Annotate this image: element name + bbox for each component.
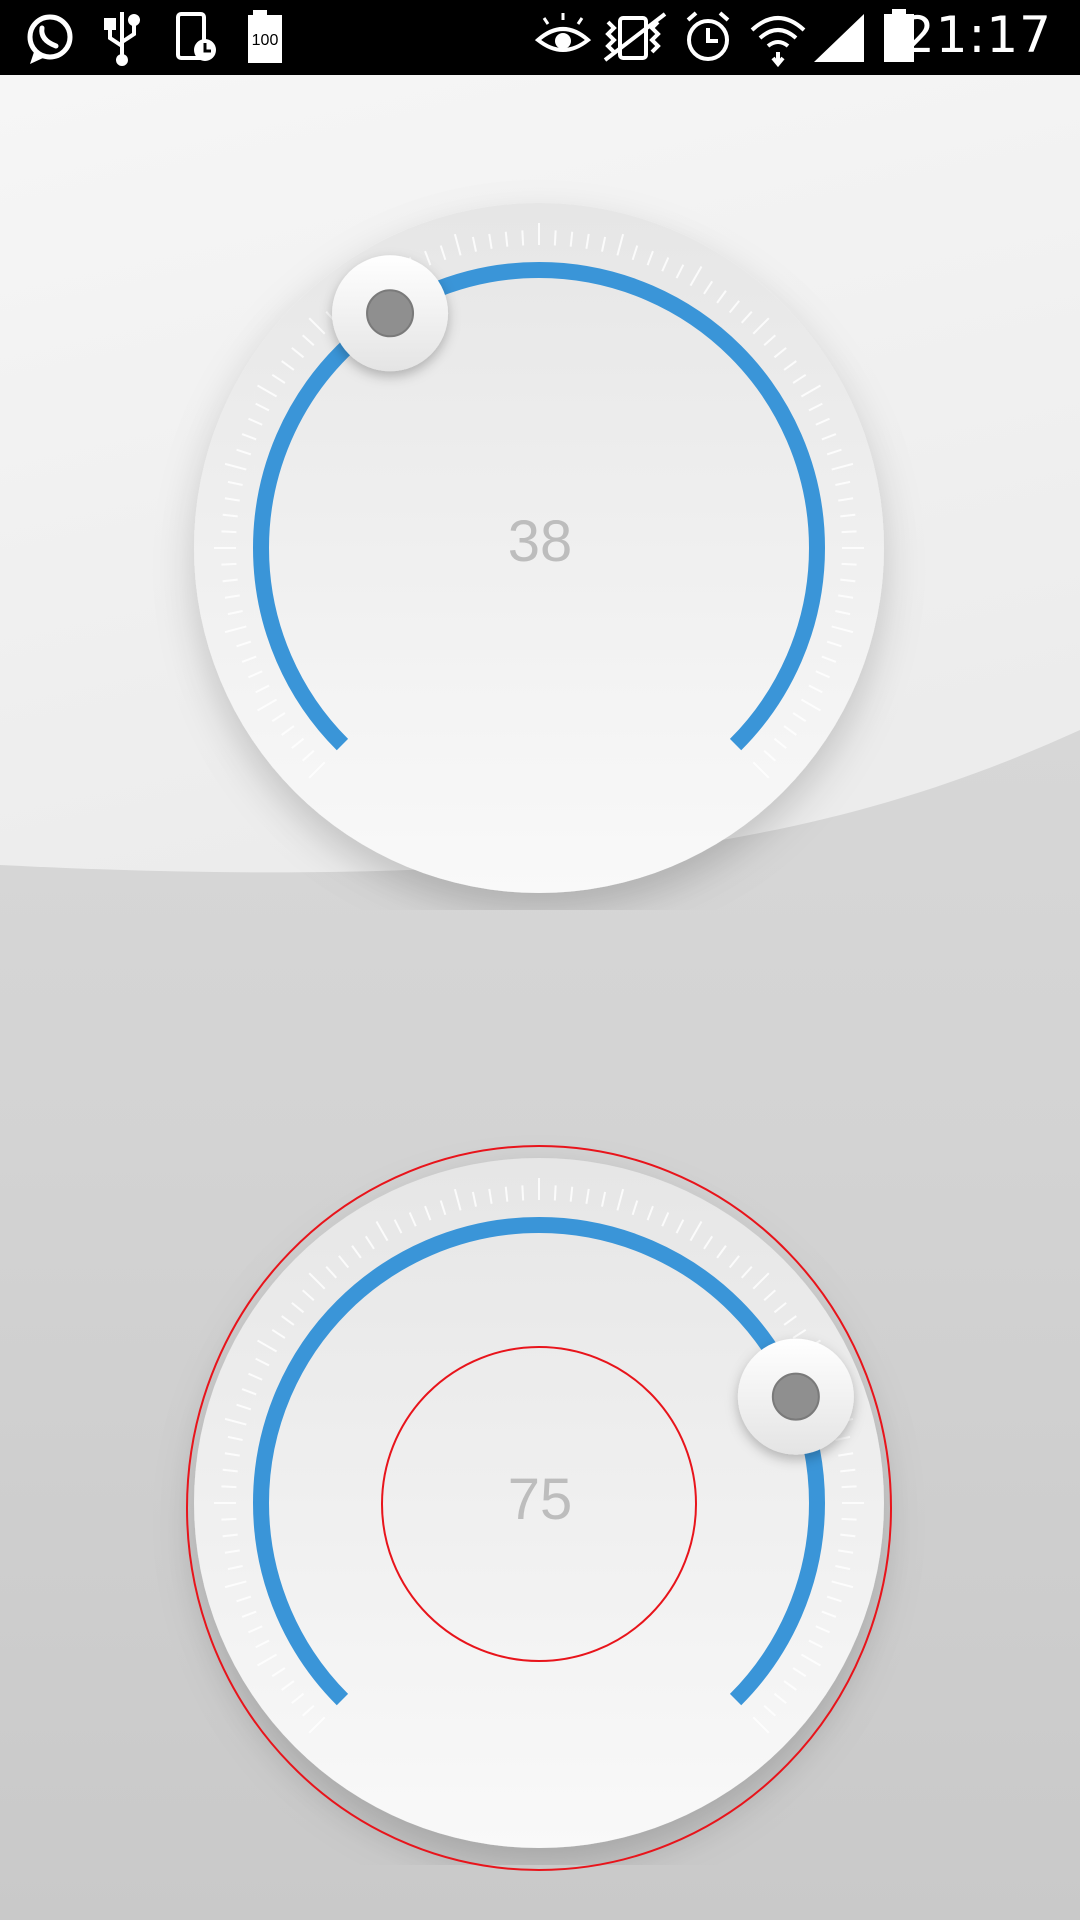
dial-value-top: 38 — [507, 509, 573, 574]
dial-knob-dot — [771, 1372, 820, 1421]
clock: 21:17 — [902, 6, 1052, 64]
dial-knob[interactable] — [332, 255, 449, 372]
dial-knob[interactable] — [737, 1338, 854, 1455]
status-bar: 100 21:17 — [0, 0, 1080, 75]
screen-timer-icon — [176, 12, 216, 61]
signal-icon — [814, 14, 864, 62]
battery-level-label: 100 — [252, 32, 279, 49]
usb-icon — [104, 12, 140, 66]
alarm-icon — [686, 11, 730, 61]
wifi-icon — [750, 16, 806, 68]
whatsapp-icon — [27, 14, 73, 64]
dial-knob-dot — [366, 289, 415, 338]
dial-value-bottom: 75 — [507, 1467, 573, 1532]
eye-icon — [534, 13, 592, 52]
vibrate-icon — [603, 12, 667, 62]
